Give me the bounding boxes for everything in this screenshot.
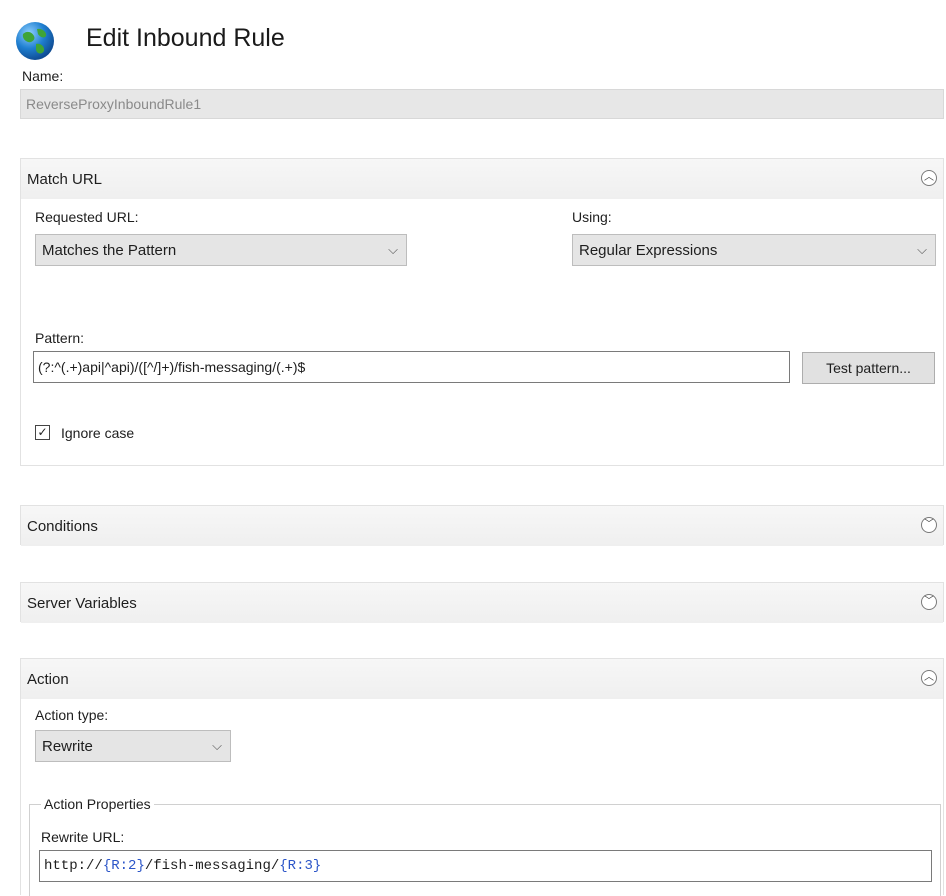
action-panel: Action ︿ Action type: Rewrite ⌵ Action P… [20,658,944,896]
globe-icon [14,20,56,62]
action-type-value: Rewrite [42,738,93,755]
test-pattern-button[interactable]: Test pattern... [802,352,935,384]
action-type-select[interactable]: Rewrite ⌵ [35,730,231,762]
rewrite-url-text: /fish-messaging/ [144,858,280,874]
name-label: Name: [22,68,64,84]
ignore-case-checkbox[interactable]: ✓ [35,425,50,440]
action-title: Action [27,671,69,688]
using-select[interactable]: Regular Expressions ⌵ [572,234,936,266]
dialog-title: Edit Inbound Rule [86,24,285,52]
conditions-title: Conditions [27,518,98,535]
brace-open: { [102,858,112,874]
action-type-label: Action type: [35,707,109,723]
chevron-down-icon: ⌵ [917,242,927,257]
collapse-chevron-icon[interactable]: ︿ [921,670,937,686]
brace-open: { [279,858,288,874]
brace-close: } [136,858,145,874]
ignore-case-label: Ignore case [61,425,135,441]
requested-url-value: Matches the Pattern [42,242,177,259]
server-variables-panel: Server Variables ﹀ [20,582,944,623]
action-header[interactable]: Action ︿ [21,659,943,699]
server-var-token: R:3 [287,858,313,874]
brace-close: } [312,858,322,874]
collapse-chevron-icon[interactable]: ︿ [921,170,937,186]
rewrite-url-text: http:// [44,858,103,874]
using-label: Using: [572,209,612,225]
name-field[interactable]: ReverseProxyInboundRule1 [20,89,944,119]
match-url-header[interactable]: Match URL ︿ [21,159,943,199]
expand-chevron-icon[interactable]: ﹀ [921,517,937,533]
action-properties-title: Action Properties [41,796,154,812]
conditions-header[interactable]: Conditions ﹀ [21,506,943,546]
requested-url-select[interactable]: Matches the Pattern ⌵ [35,234,407,266]
conditions-panel: Conditions ﹀ [20,505,944,546]
server-variables-header[interactable]: Server Variables ﹀ [21,583,943,623]
chevron-down-icon: ⌵ [388,242,398,257]
server-variables-title: Server Variables [27,595,137,612]
chevron-down-icon: ⌵ [212,738,222,753]
server-var-token: R:2 [111,858,137,874]
pattern-label: Pattern: [35,330,85,346]
pattern-input[interactable]: (?:^(.+)api|^api)/([^/]+)/fish-messaging… [33,351,790,383]
requested-url-label: Requested URL: [35,209,139,225]
rewrite-url-label: Rewrite URL: [41,829,125,845]
using-value: Regular Expressions [579,242,718,259]
expand-chevron-icon[interactable]: ﹀ [921,594,937,610]
match-url-title: Match URL [27,171,103,188]
match-url-panel: Match URL ︿ Requested URL: Matches the P… [20,158,944,466]
rewrite-url-input[interactable]: http://{R:2}/fish-messaging/{R:3} [39,850,932,882]
